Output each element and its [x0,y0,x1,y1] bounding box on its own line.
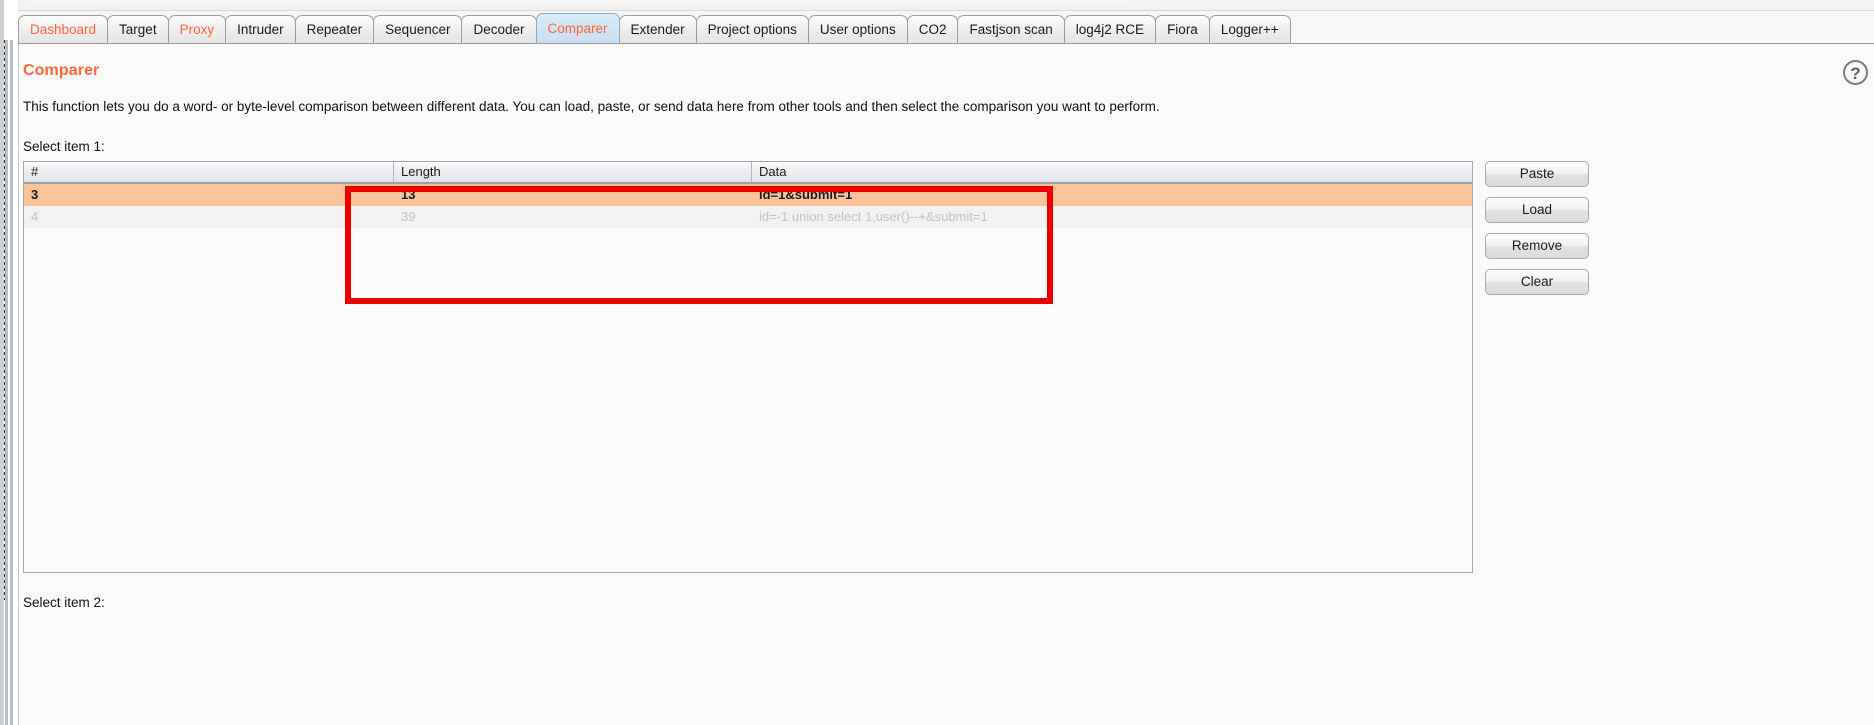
table-action-buttons: Paste Load Remove Clear [1485,161,1589,305]
tab-extender[interactable]: Extender [618,15,697,43]
tab-fastjson-scan[interactable]: Fastjson scan [957,15,1065,43]
tab-user-options[interactable]: User options [807,15,908,43]
tab-log4j2-rce[interactable]: log4j2 RCE [1063,15,1157,43]
window-chrome-ghost [30,1,1130,9]
tab-bar-filler [1290,42,1874,43]
tab-dashboard[interactable]: Dashboard [18,15,109,43]
item-1-table[interactable]: # Length Data 3 13 id=1&submit=1 4 39 id=-1 uni… [23,161,1473,573]
select-item-2-label: Select item 2: [23,595,105,610]
left-edge-bar-2 [5,40,8,725]
panel-divider [19,584,1874,585]
main-tab-bar: Dashboard Target Proxy Intruder Repeater Sequ… [18,11,1874,44]
select-item-1-label: Select item 1: [23,139,105,154]
help-icon[interactable]: ? [1843,60,1868,85]
tab-proxy[interactable]: Proxy [167,15,227,43]
column-header-length[interactable]: Length [394,162,752,182]
window-left-edge [0,0,18,725]
column-header-data[interactable]: Data [752,162,1472,182]
paste-button[interactable]: Paste [1485,161,1589,187]
table-row[interactable]: 3 13 id=1&submit=1 [24,184,1472,206]
clear-button[interactable]: Clear [1485,269,1589,295]
column-header-number[interactable]: # [24,162,394,182]
tab-comparer[interactable]: Comparer [535,13,620,43]
tab-decoder[interactable]: Decoder [461,15,537,43]
tab-target[interactable]: Target [107,15,169,43]
page-description: This function lets you do a word- or byt… [23,99,1160,114]
table-row[interactable]: 4 39 id=-1 union select 1,user()--+&submit… [24,206,1472,228]
tab-logger[interactable]: Logger++ [1208,15,1291,43]
cell-number: 3 [31,187,39,202]
cell-length: 39 [401,209,416,224]
table-body: 3 13 id=1&submit=1 4 39 id=-1 union select 1,… [24,184,1472,228]
tab-project-options[interactable]: Project options [695,15,809,43]
cell-data: id=-1 union select 1,user()--+&submit=1 [759,209,988,224]
remove-button[interactable]: Remove [1485,233,1589,259]
cell-data: id=1&submit=1 [759,187,853,202]
page-title: Comparer [23,62,100,79]
load-button[interactable]: Load [1485,197,1589,223]
tab-fiora[interactable]: Fiora [1155,15,1210,43]
tab-co2[interactable]: CO2 [906,15,959,43]
table-header-row: # Length Data [24,162,1472,184]
cell-length: 13 [401,187,416,202]
tab-intruder[interactable]: Intruder [225,15,296,43]
cell-number: 4 [31,209,39,224]
tab-repeater[interactable]: Repeater [294,15,375,43]
left-edge-bar-3 [10,40,13,725]
window-chrome-strip [0,0,1874,11]
comparer-panel: Comparer ? This function lets you do a w… [18,44,1874,725]
tab-sequencer[interactable]: Sequencer [373,15,463,43]
